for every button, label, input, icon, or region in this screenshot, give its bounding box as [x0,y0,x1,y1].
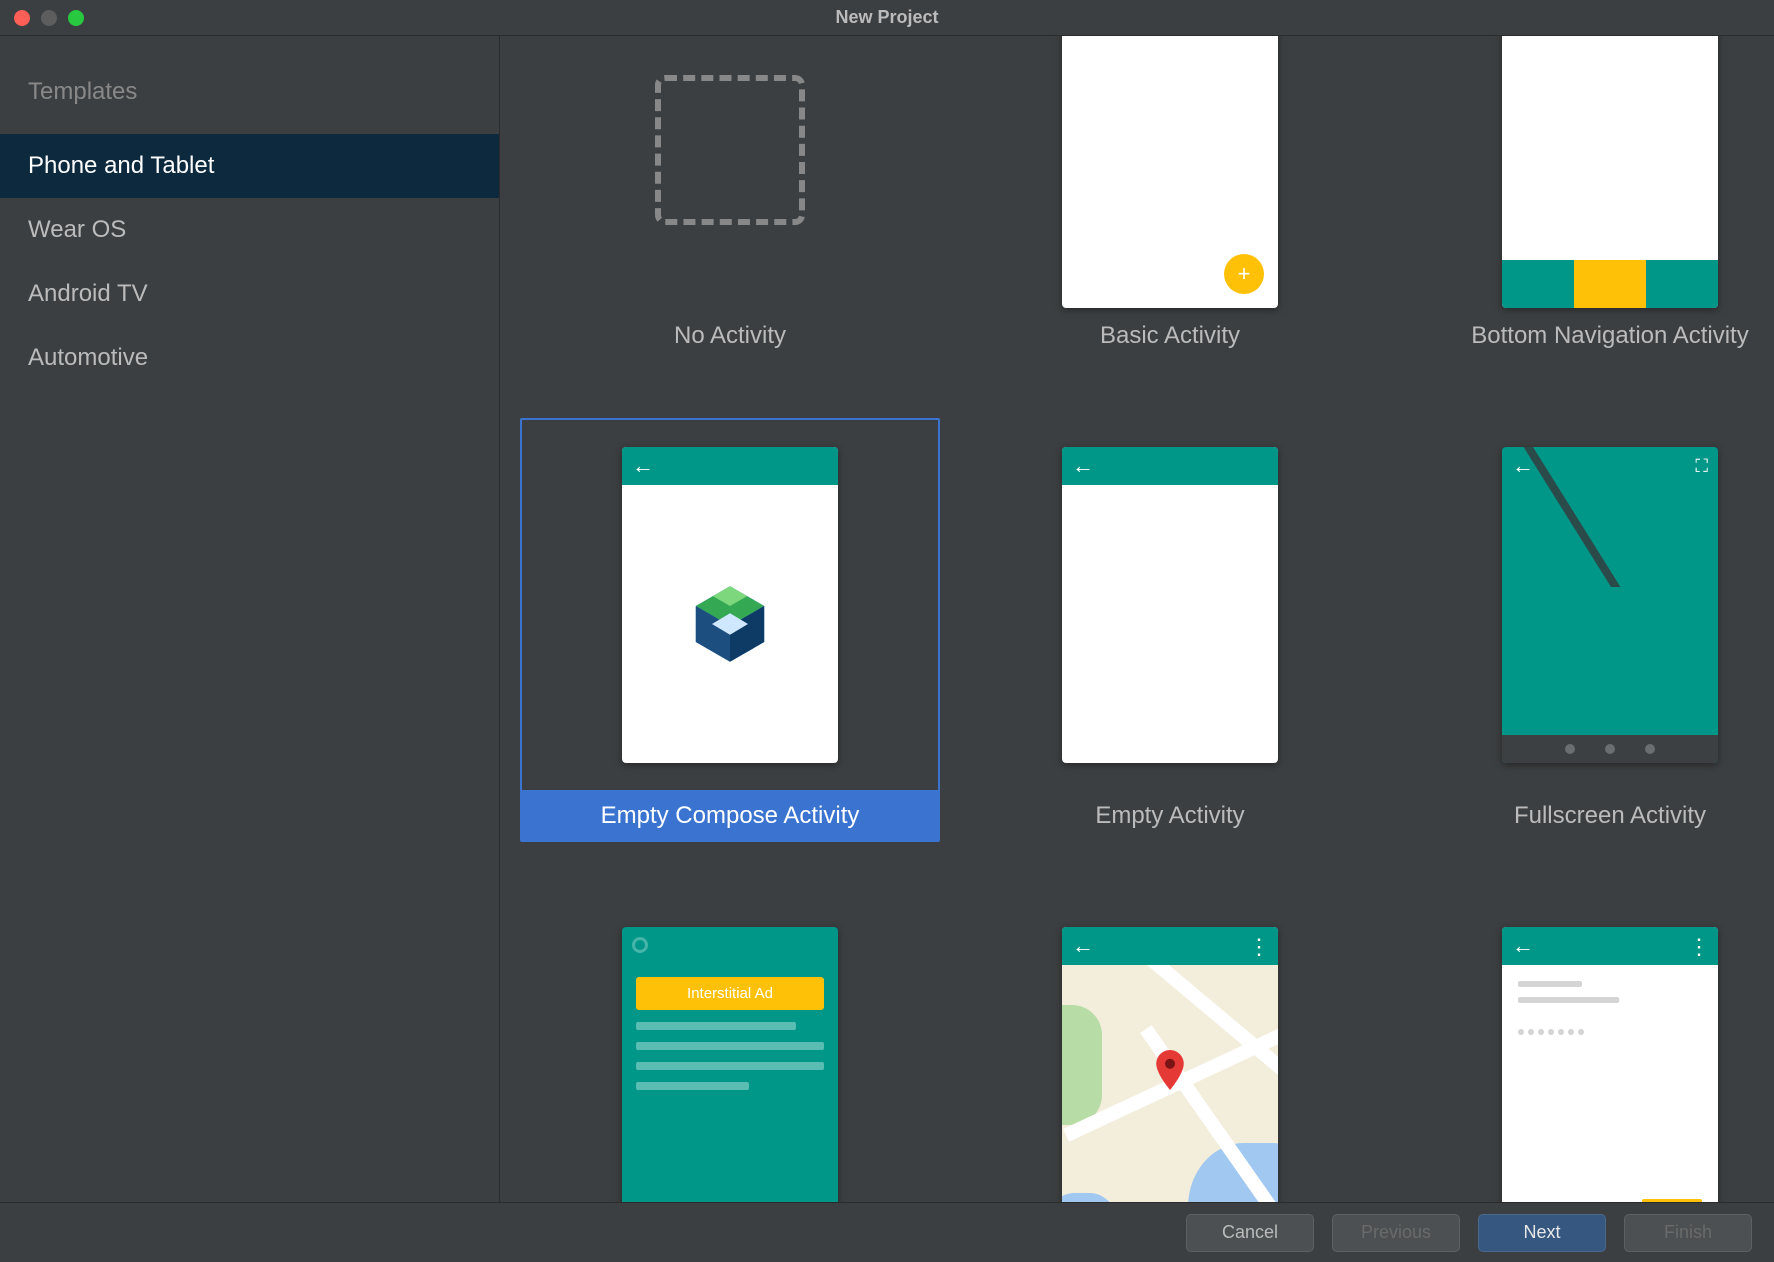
sidebar-item-android-tv[interactable]: Android TV [0,262,499,326]
template-label: Empty Compose Activity [522,790,938,840]
template-ad-activity[interactable]: Interstitial Ad [520,898,940,1202]
sidebar: Templates Phone and Tablet Wear OS Andro… [0,36,500,1202]
no-activity-icon [655,75,805,225]
template-gallery[interactable]: No Activity ← ⋮ + Basic Activity [500,36,1774,1202]
titlebar: New Project [0,0,1774,36]
button-label: Next [1523,1222,1560,1243]
sidebar-item-label: Phone and Tablet [28,152,214,179]
map-pin-icon [1155,1050,1185,1090]
sidebar-item-label: Android TV [28,280,148,307]
detail-button-icon [1642,1199,1702,1202]
template-label: Bottom Navigation Activity [1402,310,1774,360]
button-label: Previous [1361,1222,1431,1243]
sidebar-item-label: Wear OS [28,216,126,243]
sidebar-item-automotive[interactable]: Automotive [0,326,499,390]
minimize-icon[interactable] [41,10,57,26]
maximize-icon[interactable] [68,10,84,26]
finish-button: Finish [1624,1214,1752,1252]
ad-button-label: Interstitial Ad [636,977,824,1010]
back-arrow-icon: ← [1512,935,1534,957]
template-master-detail-activity[interactable]: ← ⋮ [1400,898,1774,1202]
bottom-nav-icon [1502,260,1718,308]
more-vert-icon: ⋮ [1688,941,1708,952]
window-title: New Project [0,7,1774,28]
sidebar-header: Templates [0,78,499,134]
window-controls [14,10,84,26]
sidebar-item-phone-tablet[interactable]: Phone and Tablet [0,134,499,198]
sidebar-item-label: Automotive [28,344,148,371]
footer: Cancel Previous Next Finish [0,1202,1774,1262]
fab-icon: + [1224,254,1264,294]
template-maps-activity[interactable]: ← ⋮ [960,898,1380,1202]
system-nav-icon [1502,735,1718,763]
close-icon[interactable] [14,10,30,26]
back-arrow-icon: ← [1072,935,1094,957]
template-bottom-nav-activity[interactable]: ← Bottom Navigation Activity [1400,36,1774,362]
template-label: Basic Activity [962,310,1378,360]
next-button[interactable]: Next [1478,1214,1606,1252]
template-empty-activity[interactable]: ← Empty Activity [960,418,1380,842]
template-no-activity[interactable]: No Activity [520,36,940,362]
map-thumbnail [1062,965,1278,1202]
sidebar-item-wear-os[interactable]: Wear OS [0,198,499,262]
back-arrow-icon: ← [632,455,654,477]
cancel-button[interactable]: Cancel [1186,1214,1314,1252]
template-label: Empty Activity [962,790,1378,840]
template-fullscreen-activity[interactable]: ← ⛶ Fullscreen Activity [1400,418,1774,842]
diagonal-line-icon [1502,447,1718,587]
back-arrow-icon: ← [1072,455,1094,477]
compose-logo-icon [685,579,775,669]
template-label: Fullscreen Activity [1402,790,1774,840]
button-label: Finish [1664,1222,1712,1243]
previous-button: Previous [1332,1214,1460,1252]
more-vert-icon: ⋮ [1248,941,1268,952]
template-label: No Activity [522,310,938,360]
button-label: Cancel [1222,1222,1278,1243]
template-basic-activity[interactable]: ← ⋮ + Basic Activity [960,36,1380,362]
template-empty-compose-activity[interactable]: ← Empty Compos [520,418,940,842]
